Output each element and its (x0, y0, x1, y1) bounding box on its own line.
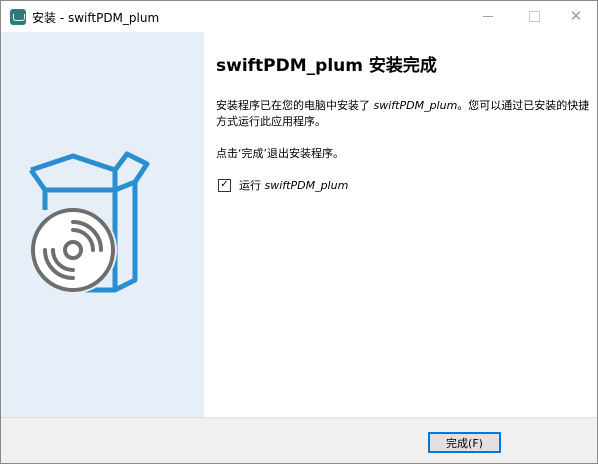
wizard-content: swiftPDM_plum 安装完成 安装程序已在您的电脑中安装了 swiftP… (204, 32, 597, 417)
title-bar[interactable]: 安装 - swiftPDM_plum ✕ (1, 1, 597, 32)
button-bar: 完成(F) (1, 417, 597, 463)
desc-prefix: 安装程序已在您的电脑中安装了 (216, 99, 374, 112)
run-app-label[interactable]: 运行 swiftPDM_plum (239, 177, 348, 193)
close-icon: ✕ (569, 7, 583, 25)
run-label-prefix: 运行 (239, 179, 265, 192)
desc-app-name: swiftPDM_plum (373, 99, 458, 112)
finish-button[interactable]: 完成(F) (428, 432, 501, 453)
installer-app-icon (10, 9, 26, 25)
install-box-disc-icon (28, 151, 150, 294)
completion-description: 安装程序已在您的电脑中安装了 swiftPDM_plum。您可以通过已安装的快捷… (216, 98, 591, 130)
page-title: swiftPDM_plum 安装完成 (216, 56, 437, 76)
check-icon: ✓ (220, 179, 229, 190)
wizard-side-panel (1, 32, 204, 417)
maximize-icon (528, 11, 540, 22)
minimize-icon (483, 16, 493, 17)
run-app-checkbox[interactable]: ✓ (218, 178, 231, 192)
run-app-name: swiftPDM_plum (264, 179, 349, 192)
exit-instruction: 点击‘完成’退出安装程序。 (216, 147, 344, 160)
window-title: 安装 - swiftPDM_plum (32, 11, 160, 25)
run-app-option[interactable]: ✓ 运行 swiftPDM_plum (218, 177, 348, 193)
close-button[interactable]: ✕ (553, 1, 597, 32)
installer-window: 安装 - swiftPDM_plum ✕ swiftPDM_plum 安装完成 … (0, 0, 598, 464)
minimize-button[interactable] (465, 1, 511, 32)
maximize-button[interactable] (511, 1, 557, 32)
